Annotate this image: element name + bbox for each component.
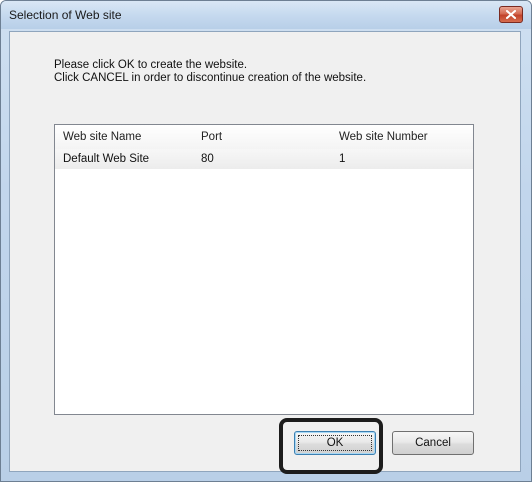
title-bar[interactable]: Selection of Web site bbox=[1, 1, 531, 29]
cell-web-site-name: Default Web Site bbox=[63, 153, 150, 165]
cell-port: 80 bbox=[201, 153, 214, 165]
instruction-line-2: Click CANCEL in order to discontinue cre… bbox=[54, 72, 367, 84]
cancel-button[interactable]: Cancel bbox=[392, 431, 474, 455]
column-header-web-site-number[interactable]: Web site Number bbox=[339, 131, 428, 143]
list-header: Web site Name Port Web site Number bbox=[55, 125, 473, 150]
column-header-web-site-name[interactable]: Web site Name bbox=[63, 131, 141, 143]
ok-button[interactable]: OK bbox=[294, 431, 376, 455]
cell-web-site-number: 1 bbox=[339, 153, 346, 165]
instruction-line-1: Please click OK to create the website. bbox=[54, 59, 248, 71]
close-icon bbox=[506, 10, 516, 19]
focus-rectangle bbox=[298, 435, 372, 451]
dialog-window: Selection of Web site Please click OK to… bbox=[0, 0, 532, 482]
website-list[interactable]: Web site Name Port Web site Number Defau… bbox=[54, 124, 474, 415]
column-header-port[interactable]: Port bbox=[201, 131, 222, 143]
table-row[interactable]: Default Web Site 80 1 bbox=[55, 149, 473, 169]
dialog-client-area: Please click OK to create the website. C… bbox=[9, 31, 521, 472]
window-title: Selection of Web site bbox=[9, 8, 122, 22]
close-button[interactable] bbox=[499, 6, 523, 23]
